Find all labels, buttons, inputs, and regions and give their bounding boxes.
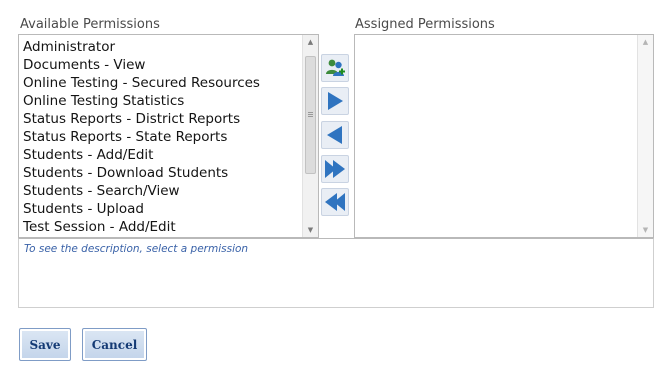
list-item[interactable]: Administrator bbox=[23, 38, 300, 56]
list-item[interactable]: Status Reports - State Reports bbox=[23, 128, 300, 146]
move-left-button[interactable] bbox=[321, 121, 349, 149]
available-permissions-list[interactable]: Administrator Documents - View Online Te… bbox=[18, 34, 319, 238]
available-permissions-label: Available Permissions bbox=[20, 17, 160, 32]
list-item[interactable]: Online Testing Statistics bbox=[23, 92, 300, 110]
arrow-left-icon bbox=[327, 126, 342, 144]
scroll-down-arrow-icon[interactable]: ▼ bbox=[303, 223, 318, 237]
available-list-scrollbar[interactable]: ▲ ▼ bbox=[302, 35, 318, 237]
scroll-down-arrow-icon[interactable]: ▼ bbox=[638, 223, 653, 237]
double-arrow-right-icon bbox=[325, 160, 345, 178]
move-all-right-button[interactable] bbox=[321, 155, 349, 183]
move-right-button[interactable] bbox=[321, 87, 349, 115]
scroll-up-arrow-icon[interactable]: ▲ bbox=[638, 35, 653, 49]
arrow-right-icon bbox=[328, 92, 343, 110]
move-all-left-button[interactable] bbox=[321, 188, 349, 216]
assigned-permissions-label: Assigned Permissions bbox=[355, 17, 495, 32]
assigned-permissions-list[interactable]: ▲ ▼ bbox=[354, 34, 654, 238]
list-item[interactable]: Online Testing - Secured Resources bbox=[23, 74, 300, 92]
scroll-up-arrow-icon[interactable]: ▲ bbox=[303, 35, 318, 49]
permission-description: To see the description, select a permiss… bbox=[18, 238, 654, 308]
scroll-grip-icon bbox=[308, 112, 313, 118]
list-item[interactable]: Students - Upload bbox=[23, 200, 300, 218]
double-arrow-left-icon bbox=[325, 193, 345, 211]
list-item[interactable]: Status Reports - District Reports bbox=[23, 110, 300, 128]
list-item[interactable]: Students - Search/View bbox=[23, 182, 300, 200]
list-item[interactable]: Students - Download Students bbox=[23, 164, 300, 182]
users-add-icon bbox=[326, 59, 345, 76]
cancel-button[interactable]: Cancel bbox=[82, 328, 147, 361]
scroll-thumb[interactable] bbox=[305, 56, 316, 174]
list-item[interactable]: Students - Add/Edit bbox=[23, 146, 300, 164]
add-all-users-button[interactable] bbox=[321, 54, 349, 82]
save-button[interactable]: Save bbox=[19, 328, 71, 361]
list-item[interactable]: Documents - View bbox=[23, 56, 300, 74]
list-item[interactable]: Test Session - Add/Edit bbox=[23, 218, 300, 236]
assigned-list-scrollbar[interactable]: ▲ ▼ bbox=[637, 35, 653, 237]
